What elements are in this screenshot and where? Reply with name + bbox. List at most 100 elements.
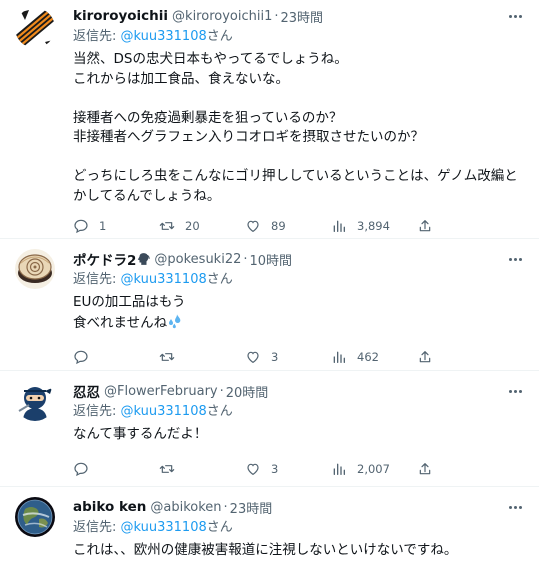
like-icon (247, 463, 259, 475)
reply-to-label: 返信先: (73, 404, 121, 419)
like-icon (247, 351, 259, 364)
retweet-count: 20 (185, 219, 200, 233)
tweet[interactable]: 忍忍 @FlowerFebruary · 20時間 返信先: @kuu33110… (0, 371, 539, 487)
text-line: 接種者への免疫過剰暴走を狙っているのか？ (73, 109, 343, 126)
reply-button[interactable] (73, 349, 159, 365)
tweet-text: なんて事するんだよ！ (73, 425, 524, 445)
speech-head-icon (138, 253, 151, 265)
text-line: かしてるんでしょうね。 (73, 187, 221, 204)
text-line: 食べれませんね (73, 314, 168, 331)
reply-to: 返信先: @kuu331108さん (73, 28, 524, 46)
tweet-text: 当然、DSの忠犬日本もやってるでしょうね。 これからは加工食品、食えないな。 接… (73, 50, 524, 206)
share-icon (419, 351, 431, 363)
text-line-with-emoji: 食べれませんね (73, 313, 524, 334)
text-line: これからは加工食品、食えないな。 (73, 70, 289, 87)
reply-button[interactable]: 1 (73, 218, 159, 234)
reply-icon (74, 350, 88, 365)
views-button[interactable]: 462 (331, 349, 417, 365)
share-icon (419, 462, 431, 474)
like-icon (247, 220, 259, 233)
separator-dot: · (219, 383, 224, 399)
avatar[interactable] (15, 249, 55, 289)
share-button[interactable] (417, 461, 437, 477)
reply-to-suffix: さん (206, 520, 233, 535)
user-handle[interactable]: @kiroroyoichii1 (172, 9, 272, 24)
text-line: なんて事するんだよ！ (73, 426, 208, 442)
display-name[interactable]: abiko ken (73, 499, 146, 515)
text-line: 当然、DSの忠犬日本もやってるでしょうね。 (73, 51, 348, 67)
tweet[interactable]: ポケドラ2 @pokesuki22 · 10時間 返信先: @kuu331108… (0, 239, 539, 371)
views-icon (333, 220, 345, 232)
timestamp[interactable]: 23時間 (230, 498, 273, 517)
reply-to-suffix: さん (206, 404, 233, 419)
mention-link[interactable]: @kuu331108 (121, 29, 207, 44)
tweet-text: これは、、欧州の健康被害報道に注視しないといけないですね。 (73, 541, 524, 561)
droplets-icon (169, 313, 181, 328)
tweet-text: EUの加工品はもう 食べれませんね (73, 293, 524, 333)
reply-to-suffix: さん (206, 272, 233, 287)
retweet-button[interactable]: 20 (159, 218, 245, 234)
tweet[interactable]: abiko ken @abikoken · 23時間 返信先: @kuu3311… (0, 487, 539, 576)
timestamp[interactable]: 23時間 (281, 7, 324, 26)
retweet-icon (159, 222, 175, 230)
retweet-icon (159, 353, 175, 361)
views-icon (333, 351, 345, 363)
reply-to-label: 返信先: (73, 520, 121, 535)
more-icon[interactable] (505, 251, 525, 267)
mention-link[interactable]: @kuu331108 (121, 272, 207, 287)
more-icon[interactable] (505, 383, 525, 399)
action-bar: 3 2,007 (73, 451, 524, 487)
mention-link[interactable]: @kuu331108 (121, 404, 207, 419)
mention-link[interactable]: @kuu331108 (121, 520, 207, 535)
more-icon[interactable] (505, 499, 525, 515)
text-line: これは、、欧州の健康被害報道に注視しないといけないですね。 (73, 542, 458, 558)
views-button[interactable]: 3,894 (331, 218, 417, 234)
retweet-button[interactable] (159, 349, 245, 365)
separator-dot: · (274, 8, 279, 24)
like-count: 3 (271, 350, 279, 364)
timestamp[interactable]: 20時間 (226, 382, 269, 401)
share-button[interactable] (417, 218, 437, 234)
user-handle[interactable]: @FlowerFebruary (104, 384, 218, 399)
action-bar: 3 462 (73, 339, 524, 375)
like-button[interactable]: 89 (245, 218, 331, 234)
views-icon (333, 463, 345, 475)
share-icon (419, 220, 431, 232)
avatar[interactable] (15, 497, 55, 537)
view-count: 3,894 (357, 219, 390, 233)
views-button[interactable]: 2,007 (331, 461, 417, 477)
text-line (73, 148, 524, 168)
more-icon[interactable] (505, 8, 525, 24)
reply-button[interactable] (73, 461, 159, 477)
reply-to-suffix: さん (206, 29, 233, 44)
reply-feed: kiroroyoichii @kiroroyoichii1 · 23時間 返信先… (0, 0, 539, 576)
like-button[interactable]: 3 (245, 349, 331, 365)
text-line: 非接種者へグラフェン入りコオロギを摂取させたいのか？ (73, 129, 424, 145)
avatar[interactable] (15, 8, 55, 48)
separator-dot: · (223, 499, 228, 515)
separator-dot: · (243, 251, 248, 267)
reply-to: 返信先: @kuu331108さん (73, 271, 524, 289)
retweet-button[interactable] (159, 461, 245, 477)
share-button[interactable] (417, 349, 437, 365)
user-handle[interactable]: @pokesuki22 (154, 252, 241, 267)
like-button[interactable]: 3 (245, 461, 331, 477)
avatar[interactable] (15, 381, 55, 421)
retweet-icon (159, 464, 175, 473)
user-handle[interactable]: @abikoken (150, 500, 221, 515)
reply-to-label: 返信先: (73, 272, 121, 287)
display-name[interactable]: 忍忍 (73, 381, 100, 401)
like-count: 89 (271, 219, 286, 233)
reply-to-label: 返信先: (73, 29, 121, 44)
display-name[interactable]: ポケドラ2 (73, 249, 136, 269)
text-line: EUの加工品はもう (73, 294, 186, 310)
tweet[interactable]: kiroroyoichii @kiroroyoichii1 · 23時間 返信先… (0, 0, 539, 239)
reply-icon (74, 462, 88, 476)
text-line: どっちにしろ虫をこんなにゴリ押ししているということは、ゲノム改編と (73, 168, 518, 184)
timestamp[interactable]: 10時間 (250, 250, 293, 269)
like-count: 3 (271, 461, 279, 476)
display-name[interactable]: kiroroyoichii (73, 8, 168, 24)
reply-to: 返信先: @kuu331108さん (73, 403, 524, 421)
view-count: 462 (357, 350, 379, 364)
reply-count: 1 (99, 219, 107, 233)
